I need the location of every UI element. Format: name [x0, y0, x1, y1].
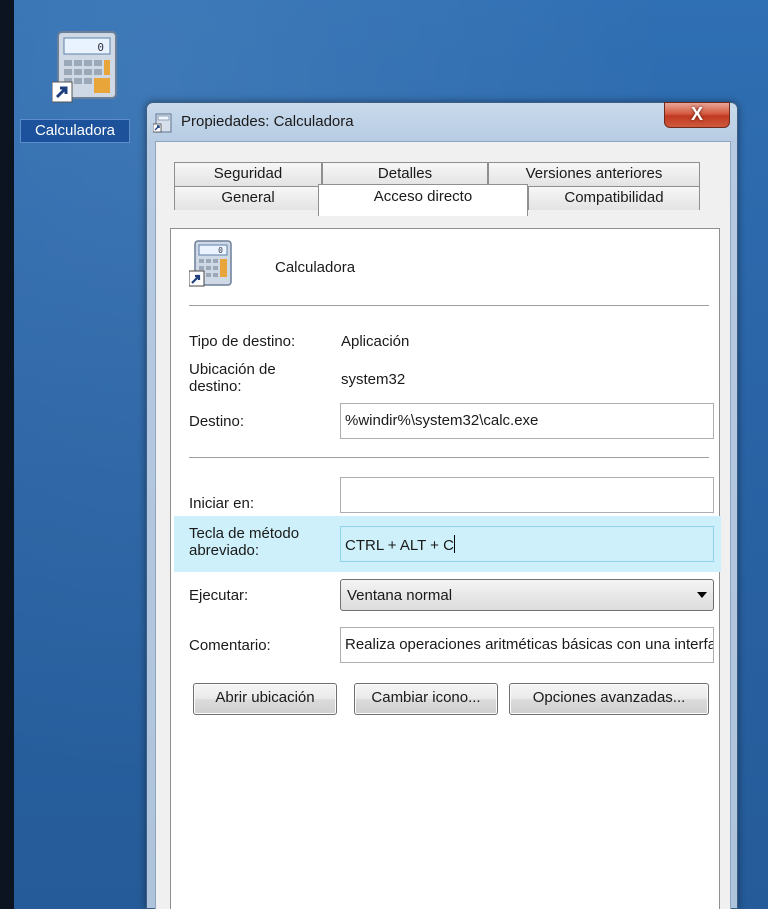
- target-field[interactable]: %windir%\system32\calc.exe: [340, 403, 714, 439]
- svg-text:0: 0: [97, 41, 104, 54]
- start-in-field[interactable]: [340, 477, 714, 513]
- comment-field[interactable]: Realiza operaciones aritméticas básicas …: [340, 627, 714, 663]
- separator: [189, 305, 709, 306]
- start-in-label: Iniciar en:: [189, 495, 255, 512]
- tab-general[interactable]: General: [174, 186, 322, 210]
- hotkey-label: Tecla de método abreviado:: [189, 525, 300, 559]
- window-title: Propiedades: Calculadora: [181, 113, 354, 130]
- shortcut-name: Calculadora: [275, 259, 356, 276]
- tab-compatibilidad[interactable]: Compatibilidad: [528, 186, 700, 210]
- properties-window: Propiedades: Calculadora X Seguridad Det…: [146, 102, 738, 909]
- target-location-value: system32: [341, 371, 406, 388]
- calculator-shortcut-icon: 0: [51, 30, 122, 106]
- hotkey-field[interactable]: CTRL + ALT + C: [340, 526, 714, 562]
- tab-detalles[interactable]: Detalles: [322, 162, 488, 186]
- svg-text:0: 0: [218, 246, 223, 255]
- run-label: Ejecutar:: [189, 587, 249, 604]
- target-label: Destino:: [189, 413, 245, 430]
- hotkey-value: CTRL + ALT + C: [345, 537, 454, 554]
- separator: [189, 457, 709, 458]
- desktop-shortcut-calculadora[interactable]: 0 Calculadora: [20, 30, 130, 143]
- close-button[interactable]: X: [664, 102, 730, 128]
- desktop-icon-label: Calculadora: [20, 119, 130, 143]
- open-location-button[interactable]: Abrir ubicación: [193, 683, 337, 715]
- run-select-value: Ventana normal: [347, 587, 453, 604]
- target-type-value: Aplicación: [341, 333, 410, 350]
- title-bar[interactable]: Propiedades: Calculadora X: [147, 102, 737, 143]
- tab-versiones-anteriores[interactable]: Versiones anteriores: [488, 162, 700, 186]
- shortcut-tab-panel: 0 Calculadora Tipo de destino: Aplicació…: [170, 228, 721, 909]
- comment-label: Comentario:: [189, 637, 271, 654]
- shortcut-window-icon: [152, 113, 173, 133]
- advanced-options-button[interactable]: Opciones avanzadas...: [509, 683, 709, 715]
- text-caret: [453, 535, 455, 553]
- target-location-label: Ubicación de destino:: [189, 361, 276, 395]
- screen-edge: [0, 0, 14, 909]
- tab-acceso-directo[interactable]: Acceso directo: [318, 184, 528, 216]
- tab-seguridad[interactable]: Seguridad: [174, 162, 322, 186]
- dialog-client-area: Seguridad Detalles Versiones anteriores …: [155, 141, 731, 909]
- change-icon-button[interactable]: Cambiar icono...: [354, 683, 498, 715]
- run-select[interactable]: Ventana normal: [340, 579, 714, 611]
- target-type-label: Tipo de destino:: [189, 333, 296, 350]
- chevron-down-icon: [697, 592, 707, 598]
- calculator-icon: 0: [188, 239, 235, 289]
